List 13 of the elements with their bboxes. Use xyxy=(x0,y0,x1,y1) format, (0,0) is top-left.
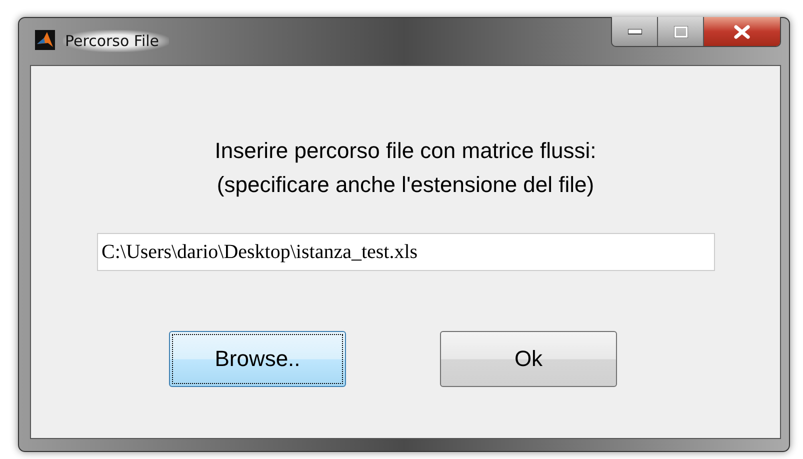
path-field[interactable]: C:\Users\dario\Desktop\istanza_test.xls xyxy=(96,233,714,271)
maximize-icon xyxy=(674,26,688,38)
prompt-text: (specificare anche l'estensione del file) xyxy=(216,171,596,199)
maximize-button[interactable] xyxy=(658,17,704,46)
ok-button[interactable]: Ok xyxy=(440,331,617,387)
close-icon xyxy=(733,24,751,38)
window-title: Percorso File xyxy=(63,30,170,52)
minimize-button[interactable] xyxy=(612,17,658,46)
minimize-icon xyxy=(628,28,642,34)
prompt-text: Inserire percorso file con matrice flussi: xyxy=(214,137,596,165)
browse-button[interactable]: Browse.. xyxy=(169,331,346,387)
app-icon xyxy=(35,30,55,50)
close-button[interactable] xyxy=(704,17,780,46)
